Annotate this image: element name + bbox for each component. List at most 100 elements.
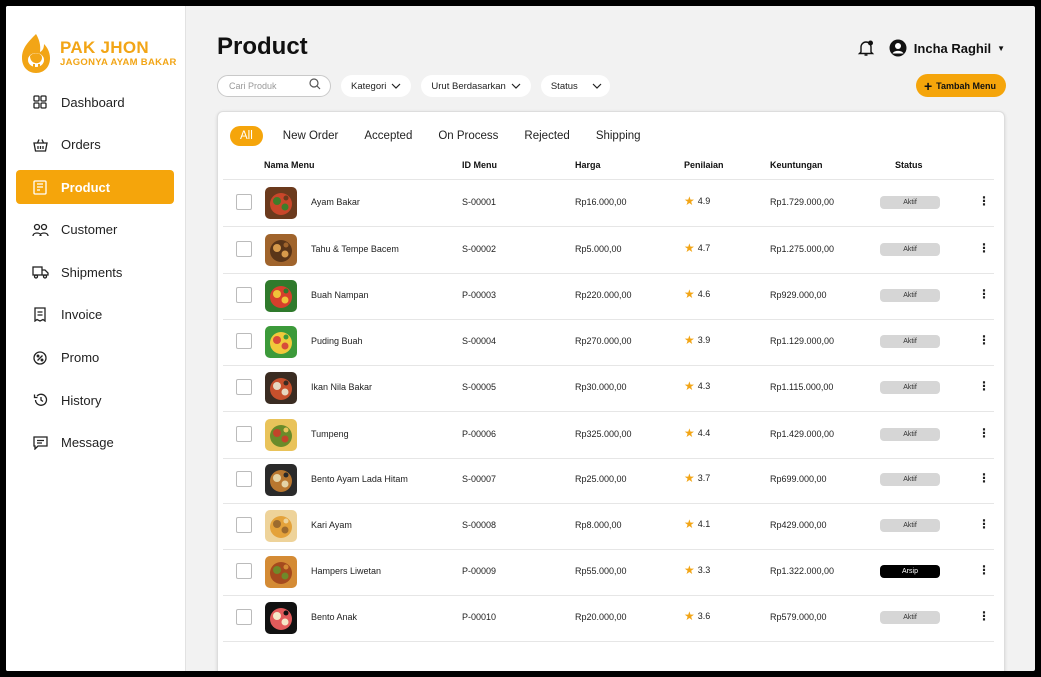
more-options-icon[interactable]: ⋮ [978, 472, 990, 484]
status-dropdown-label: Status [550, 80, 578, 92]
caret-down-icon[interactable]: ▼ [997, 44, 1005, 53]
product-price: Rp220.000,00 [575, 290, 632, 301]
more-options-icon[interactable]: ⋮ [978, 610, 990, 622]
row-checkbox[interactable] [236, 240, 252, 257]
rating-value: 3.3 [697, 564, 711, 575]
star-icon: ★ [684, 562, 695, 577]
more-options-icon[interactable]: ⋮ [978, 518, 990, 530]
product-id: P-00003 [462, 290, 497, 301]
row-checkbox[interactable] [236, 194, 252, 210]
more-options-icon[interactable]: ⋮ [978, 380, 990, 392]
main-content: Product Incha Raghil ▼ Kategori [186, 6, 1035, 671]
sidebar-item-orders[interactable]: Orders [16, 128, 174, 162]
chevron-down-icon [592, 81, 602, 91]
sidebar-item-dashboard[interactable]: Dashboard [16, 85, 174, 119]
product-price: Rp5.000,00 [575, 243, 622, 254]
sidebar-item-customer[interactable]: Customer [16, 213, 174, 247]
users-icon [31, 221, 49, 239]
category-dropdown-label: Kategori [351, 80, 387, 92]
product-profit: Rp1.429.000,00 [770, 428, 835, 439]
table-row[interactable]: Ayam Bakar S-00001 Rp16.000,00 ★ 4.9 Rp1.729.… [218, 180, 1004, 226]
status-badge[interactable]: Aktif [880, 427, 940, 441]
product-price: Rp25.000,00 [575, 474, 627, 485]
table-row[interactable]: Bento Anak P-00010 Rp20.000,00 ★ 3.6 Rp579.00… [218, 595, 1004, 641]
status-badge[interactable]: Arsip [880, 564, 940, 578]
sort-dropdown[interactable]: Urut Berdasarkan [421, 75, 531, 97]
more-options-icon[interactable]: ⋮ [978, 427, 990, 439]
more-options-icon[interactable]: ⋮ [978, 288, 990, 300]
sidebar-item-promo[interactable]: Promo [16, 341, 174, 375]
row-checkbox[interactable] [236, 562, 252, 579]
search-input[interactable] [229, 81, 309, 91]
product-profit: Rp1.129.000,00 [770, 336, 835, 346]
product-name: Bento Anak [311, 612, 358, 622]
product-thumbnail [265, 510, 297, 542]
status-dropdown[interactable]: Status [540, 75, 610, 97]
status-badge[interactable]: Aktif [880, 611, 940, 624]
sidebar-nav: Dashboard Orders Product Customer Shipme… [16, 85, 174, 468]
user-name[interactable]: Incha Raghil [914, 41, 991, 56]
product-id: S-00002 [462, 243, 497, 254]
bell-icon[interactable] [857, 39, 875, 57]
table-row[interactable]: Puding Buah S-00004 Rp270.000,00 ★ 3.9 Rp1.12… [218, 319, 1004, 365]
table-row[interactable]: Bento Ayam Lada Hitam S-00007 Rp25.000,00 ★… [218, 457, 1004, 503]
receipt-icon [31, 306, 49, 324]
chevron-down-icon [511, 81, 521, 91]
status-badge[interactable]: Aktif [880, 242, 940, 256]
category-dropdown[interactable]: Kategori [341, 75, 412, 97]
tab-shipping[interactable]: Shipping [596, 126, 641, 146]
row-checkbox[interactable] [236, 609, 252, 625]
status-badge[interactable]: Aktif [880, 289, 940, 303]
brand-logo[interactable]: PAK JHON JAGONYA AYAM BAKAR [18, 32, 177, 74]
tab-rejected[interactable]: Rejected [524, 126, 569, 146]
sidebar-item-shipments[interactable]: Shipments [16, 255, 174, 289]
more-options-icon[interactable]: ⋮ [978, 195, 990, 207]
product-price: Rp270.000,00 [575, 336, 632, 346]
row-checkbox[interactable] [236, 287, 252, 304]
status-badge[interactable]: Aktif [880, 335, 940, 348]
product-id: S-00004 [462, 336, 497, 346]
tab-on-process[interactable]: On Process [438, 126, 498, 146]
tab-new-order[interactable]: New Order [283, 126, 339, 146]
status-badge[interactable]: Aktif [880, 196, 940, 209]
product-rating: ★ 3.3 [684, 564, 710, 576]
more-options-icon[interactable]: ⋮ [978, 334, 990, 346]
sidebar-item-label: Invoice [61, 307, 103, 323]
product-rating: ★ 4.6 [684, 288, 710, 300]
row-checkbox[interactable] [236, 333, 252, 349]
more-options-icon[interactable]: ⋮ [978, 564, 990, 576]
table-row[interactable]: Ikan Nila Bakar S-00005 Rp30.000,00 ★ 4.3 Rp1… [218, 365, 1004, 411]
sidebar-item-label: Dashboard [61, 94, 125, 110]
tab-all[interactable]: All [230, 126, 263, 146]
status-badge[interactable]: Aktif [880, 519, 940, 532]
avatar[interactable] [889, 39, 907, 57]
table-row[interactable]: Tumpeng P-00006 Rp325.000,00 ★ 4.4 Rp1.429.00… [218, 412, 1004, 458]
table-row[interactable]: Buah Nampan P-00003 Rp220.000,00 ★ 4.6 Rp929.… [218, 273, 1004, 319]
sidebar-item-history[interactable]: History [16, 383, 174, 417]
product-profit: Rp1.115.000,00 [770, 382, 834, 392]
star-icon: ★ [684, 517, 695, 531]
table-row[interactable]: Tahu & Tempe Bacem S-00002 Rp5.000,00 ★ 4.7 R… [218, 227, 1004, 273]
sidebar-item-message[interactable]: Message [16, 426, 174, 460]
product-thumbnail [265, 602, 297, 634]
table-row[interactable]: Hampers Liwetan P-00009 Rp55.000,00 ★ 3.3 Rp1… [218, 549, 1004, 595]
table-row[interactable]: Kari Ayam S-00008 Rp8.000,00 ★ 4.1 Rp429.000,… [218, 503, 1004, 549]
sidebar-item-product[interactable]: Product [16, 170, 174, 205]
row-checkbox[interactable] [236, 517, 252, 533]
column-header-profit: Keuntungan [770, 160, 823, 170]
status-badge[interactable]: Aktif [880, 381, 940, 394]
search-icon[interactable] [309, 77, 321, 95]
row-checkbox[interactable] [236, 471, 252, 488]
product-profit: Rp1.322.000,00 [770, 565, 835, 576]
sidebar-item-invoice[interactable]: Invoice [16, 298, 174, 332]
add-menu-button[interactable]: + Tambah Menu [915, 74, 1006, 97]
sidebar-item-label: Shipments [61, 264, 123, 280]
row-checkbox[interactable] [236, 379, 252, 395]
product-price: Rp55.000,00 [575, 565, 627, 576]
tab-accepted[interactable]: Accepted [364, 126, 412, 146]
status-badge[interactable]: Aktif [880, 473, 940, 487]
sidebar-item-label: Product [61, 179, 111, 195]
row-checkbox[interactable] [236, 425, 252, 442]
more-options-icon[interactable]: ⋮ [978, 242, 990, 254]
product-thumbnail [265, 464, 297, 497]
